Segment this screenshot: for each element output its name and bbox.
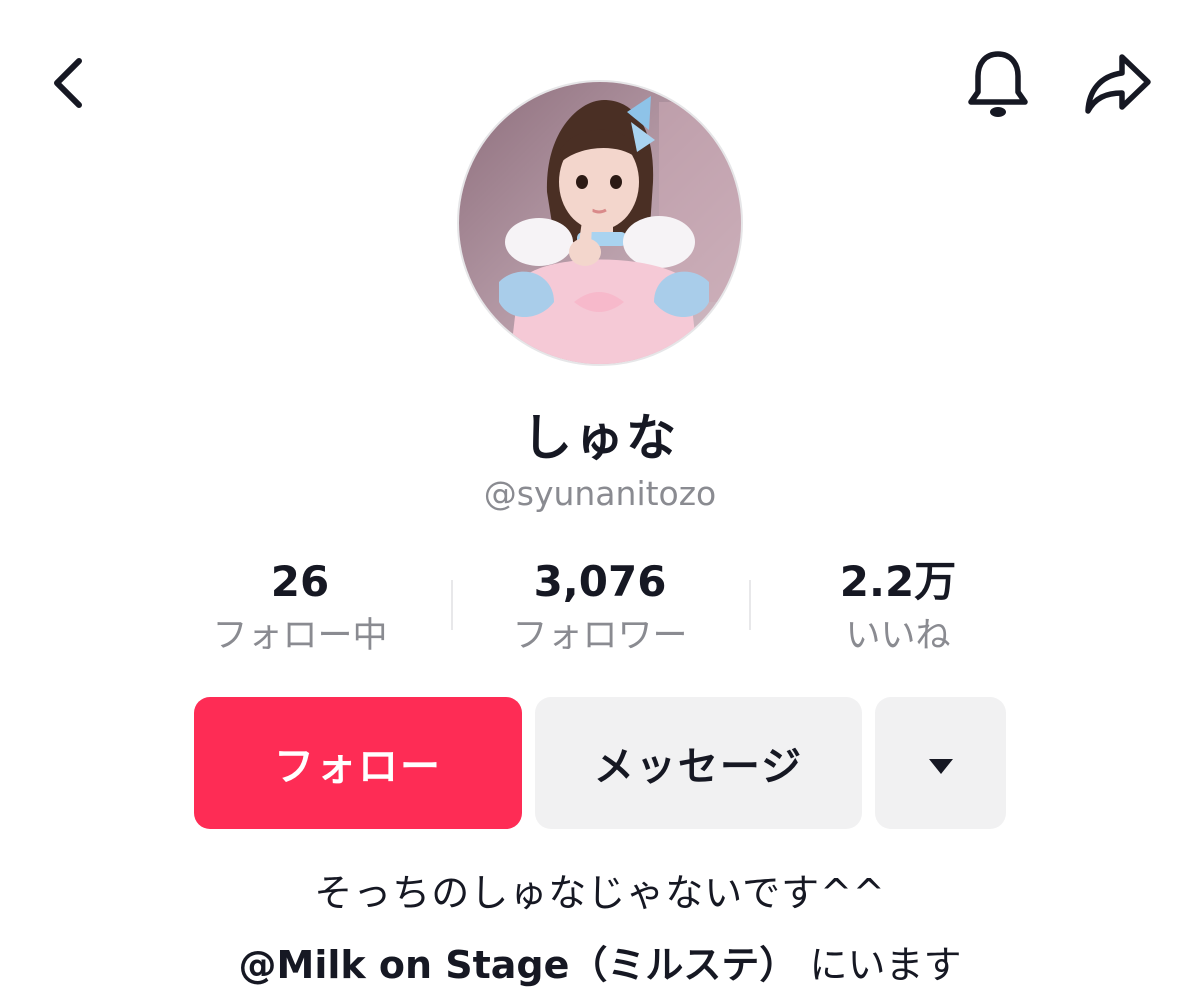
likes-label: いいね (845, 616, 951, 656)
share-button[interactable] (1076, 46, 1160, 126)
stat-divider (451, 580, 453, 630)
following-label: フォロー中 (212, 616, 388, 656)
bio-text: そっちのしゅなじゃないです^^ (314, 871, 886, 915)
bio-mention-suffix: にいます (797, 943, 962, 987)
likes-count: 2.2万 (839, 557, 957, 606)
back-button[interactable] (34, 50, 104, 120)
bio-mention-line: @Milk on Stage（ミルステ） にいます (0, 934, 1200, 989)
stat-following[interactable]: 26 フォロー中 (175, 555, 425, 661)
followers-count: 3,076 (533, 557, 667, 606)
caret-down-icon (927, 740, 955, 786)
message-button[interactable]: メッセージ (535, 697, 862, 829)
stat-followers[interactable]: 3,076 フォロワー (475, 555, 725, 661)
followers-label: フォロワー (512, 616, 688, 656)
chevron-left-icon (49, 53, 89, 117)
display-name: しゅな (522, 409, 678, 467)
following-count: 26 (270, 557, 330, 606)
username: @syunanitozo (483, 474, 717, 513)
stat-divider (749, 580, 751, 630)
profile-avatar[interactable] (457, 80, 743, 366)
share-arrow-icon (1082, 51, 1154, 121)
follow-button[interactable]: フォロー (194, 697, 522, 829)
bio-mention-link[interactable]: @Milk on Stage（ミルステ） (239, 943, 798, 987)
bell-icon (965, 48, 1031, 124)
stat-likes[interactable]: 2.2万 いいね (773, 555, 1023, 661)
notification-bell-button[interactable] (958, 46, 1038, 126)
more-options-button[interactable] (875, 697, 1006, 829)
